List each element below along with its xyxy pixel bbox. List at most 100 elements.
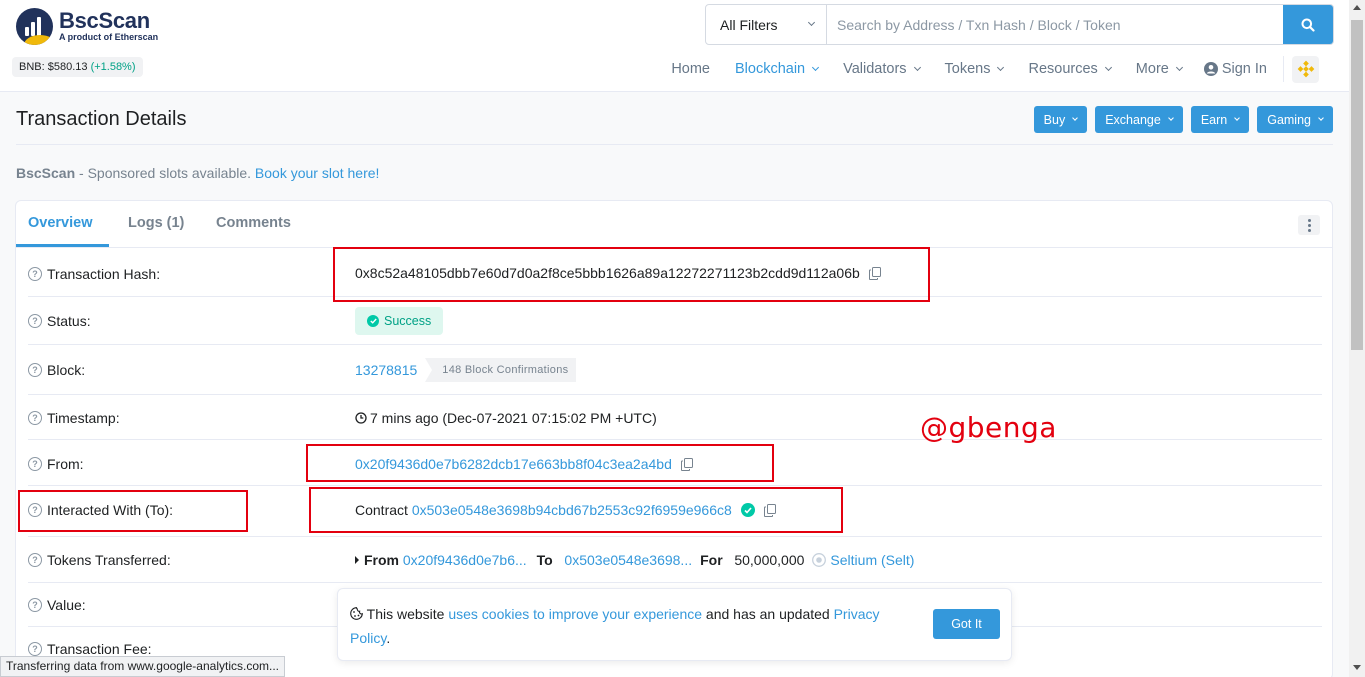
book-slot-link[interactable]: Book your slot here! (255, 165, 380, 181)
user-circle-icon (1203, 62, 1218, 76)
buy-button-label: Buy (1043, 112, 1066, 127)
tokens-to-link[interactable]: 0x503e0548e3698... (564, 552, 692, 568)
chevron-down-icon (997, 63, 1005, 72)
chevron-down-icon (807, 18, 816, 27)
nav-tokens[interactable]: Tokens (944, 61, 1005, 77)
cookie-accept-button[interactable]: Got It (933, 609, 1000, 639)
buy-button[interactable]: Buy (1033, 106, 1088, 133)
chevron-down-icon (1318, 115, 1324, 121)
status-label-wrap: ? Status: (28, 313, 91, 329)
nav-validators[interactable]: Validators (843, 61, 921, 77)
nav-validators-label: Validators (843, 61, 907, 77)
timestamp-label-wrap: ? Timestamp: (28, 410, 120, 426)
block-value-wrap: 13278815 148 Block Confirmations (355, 358, 577, 382)
scroll-up-arrow-icon[interactable] (1353, 5, 1361, 10)
tokens-from-link[interactable]: 0x20f9436d0e7b6... (403, 552, 527, 568)
bscscan-logo-icon (16, 8, 53, 45)
cookie-icon (350, 607, 363, 620)
tab-logs[interactable]: Logs (1) (128, 215, 184, 231)
row-tokens-transferred: ? Tokens Transferred: From 0x20f9436d0e7b… (28, 537, 1322, 583)
earn-button[interactable]: Earn (1190, 106, 1250, 133)
tab-bar: Overview Logs (1) Comments (16, 201, 1332, 248)
nav-tokens-label: Tokens (944, 61, 991, 77)
tx-hash-label-wrap: ? Transaction Hash: (28, 266, 160, 282)
logo-title: BscScan (59, 8, 150, 33)
page-title: Transaction Details (16, 108, 187, 130)
status-value-wrap: Success (355, 307, 444, 335)
fee-label-wrap: ? Transaction Fee: (28, 641, 152, 657)
nav-blockchain-label: Blockchain (735, 61, 806, 77)
search-filter-label: All Filters (720, 16, 778, 33)
nav-home[interactable]: Home (671, 61, 710, 77)
nav-more-label: More (1135, 61, 1169, 77)
chevron-down-icon (913, 63, 921, 72)
bnb-price-change: (+1.58%) (90, 61, 136, 73)
action-buttons: Buy Exchange Earn Gaming (1026, 106, 1333, 133)
block-confirmations-badge: 148 Block Confirmations (425, 358, 577, 382)
more-options-icon[interactable] (1298, 215, 1320, 235)
status-badge: Success (355, 307, 444, 335)
sign-in-link[interactable]: Sign In (1203, 61, 1267, 77)
chevron-down-icon (1175, 63, 1183, 72)
bnb-network-button[interactable] (1292, 55, 1319, 83)
cookie-policy-link[interactable]: uses cookies to improve your experience (448, 606, 702, 622)
cookie-text-1: This website (363, 606, 449, 622)
search-input[interactable] (827, 5, 1283, 44)
question-icon[interactable]: ? (28, 598, 42, 612)
site-header: BscScan A product of Etherscan BNB: $580… (0, 0, 1349, 92)
tokens-label: Tokens Transferred: (47, 552, 171, 568)
nav-resources-label: Resources (1028, 61, 1098, 77)
search-button[interactable] (1283, 5, 1333, 44)
tokens-value-wrap: From 0x20f9436d0e7b6... To 0x503e0548e36… (355, 552, 914, 568)
nav-more[interactable]: More (1135, 61, 1183, 77)
search-icon (1301, 18, 1315, 32)
status-label: Status: (47, 313, 91, 329)
question-icon[interactable]: ? (28, 457, 42, 471)
token-name-link[interactable]: Seltium (Selt) (830, 552, 914, 568)
title-divider (16, 144, 1333, 145)
from-label-wrap: ? From: (28, 456, 84, 472)
tab-overview[interactable]: Overview (28, 215, 93, 231)
nav-resources[interactable]: Resources (1028, 61, 1112, 77)
chevron-down-icon (1234, 115, 1241, 121)
cookie-text-3: . (386, 630, 391, 646)
sponsor-notice: BscScan - Sponsored slots available. Boo… (16, 165, 379, 181)
chevron-down-icon (1072, 115, 1079, 121)
question-icon[interactable]: ? (28, 363, 42, 377)
sign-in-label: Sign In (1221, 61, 1267, 77)
search-filter-select[interactable]: All Filters (706, 5, 827, 44)
gaming-button[interactable]: Gaming (1257, 106, 1333, 133)
question-icon[interactable]: ? (28, 411, 42, 425)
earn-button-label: Earn (1200, 112, 1228, 127)
annotation-box-from (306, 444, 774, 482)
block-label-wrap: ? Block: (28, 362, 85, 378)
tokens-label-wrap: ? Tokens Transferred: (28, 552, 171, 568)
status-text: Success (384, 314, 432, 328)
check-circle-icon (367, 315, 379, 327)
annotation-box-tx-hash (333, 247, 930, 302)
watermark-text: @gbenga (920, 411, 1057, 444)
caret-right-icon (355, 556, 359, 564)
main-nav: Home Blockchain Validators Tokens Resour… (646, 55, 1319, 83)
question-icon[interactable]: ? (28, 314, 42, 328)
exchange-button[interactable]: Exchange (1095, 106, 1183, 133)
tokens-from-keyword: From (364, 552, 399, 568)
tab-comments[interactable]: Comments (216, 215, 291, 231)
block-number-link[interactable]: 13278815 (355, 362, 417, 378)
scroll-down-arrow-icon[interactable] (1353, 665, 1361, 670)
nav-blockchain[interactable]: Blockchain (735, 61, 820, 77)
bnb-price-badge: BNB: $580.13 (+1.58%) (12, 57, 143, 77)
bscscan-logo[interactable]: BscScan A product of Etherscan (16, 8, 158, 45)
question-icon[interactable]: ? (28, 553, 42, 567)
row-block: ? Block: 13278815 148 Block Confirmations (28, 345, 1322, 395)
chevron-down-icon (1167, 115, 1174, 121)
question-icon[interactable]: ? (28, 267, 42, 281)
chevron-down-icon (1104, 63, 1112, 72)
question-icon[interactable]: ? (28, 642, 42, 656)
scrollbar-thumb[interactable] (1351, 20, 1363, 350)
tokens-amount: 50,000,000 (734, 552, 805, 568)
tokens-to-keyword: To (536, 552, 553, 568)
timestamp-value-wrap: 7 mins ago (Dec-07-2021 07:15:02 PM +UTC… (355, 410, 657, 426)
sponsor-brand: BscScan (16, 165, 76, 181)
search-bar: All Filters (705, 4, 1334, 45)
